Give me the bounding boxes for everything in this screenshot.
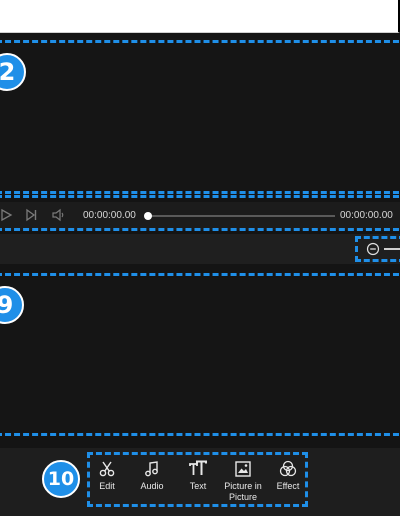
scissors-icon: [99, 461, 115, 477]
text-label: Text: [189, 481, 207, 491]
play-icon[interactable]: [0, 207, 14, 223]
video-preview-panel: [0, 38, 400, 195]
volume-icon[interactable]: [51, 207, 65, 223]
total-time: 00:00:00.00: [340, 210, 393, 221]
seek-track[interactable]: [145, 215, 335, 217]
text-icon: [189, 460, 207, 475]
picture-in-picture-label: Picture in Picture: [224, 481, 262, 502]
next-frame-icon[interactable]: [24, 207, 38, 223]
audio-label: Audio: [140, 481, 164, 491]
audio-button[interactable]: Audio: [137, 460, 167, 506]
timeline-panel: [0, 278, 400, 436]
zoom-out-icon[interactable]: [366, 242, 380, 256]
toolbar-number-badge: 10: [42, 460, 80, 498]
title-bar: [0, 0, 400, 33]
effect-label: Effect: [276, 481, 300, 491]
edit-label: Edit: [99, 481, 115, 491]
edit-button[interactable]: Edit: [93, 460, 121, 506]
text-button[interactable]: Text: [185, 460, 211, 506]
music-note-icon: [145, 461, 158, 477]
video-editor-window: 2 00:00:00.00 00:00:00.00 9 10 Edit Audi…: [0, 0, 400, 516]
effect-button[interactable]: Effect: [274, 460, 302, 506]
effect-icon: [279, 460, 297, 477]
timeline-zoom-bar: [0, 234, 400, 264]
picture-icon: [235, 461, 251, 477]
seek-handle[interactable]: [144, 212, 152, 220]
zoom-slider[interactable]: [384, 248, 400, 250]
current-time: 00:00:00.00: [83, 210, 136, 221]
picture-in-picture-button[interactable]: Picture in Picture: [220, 460, 266, 506]
